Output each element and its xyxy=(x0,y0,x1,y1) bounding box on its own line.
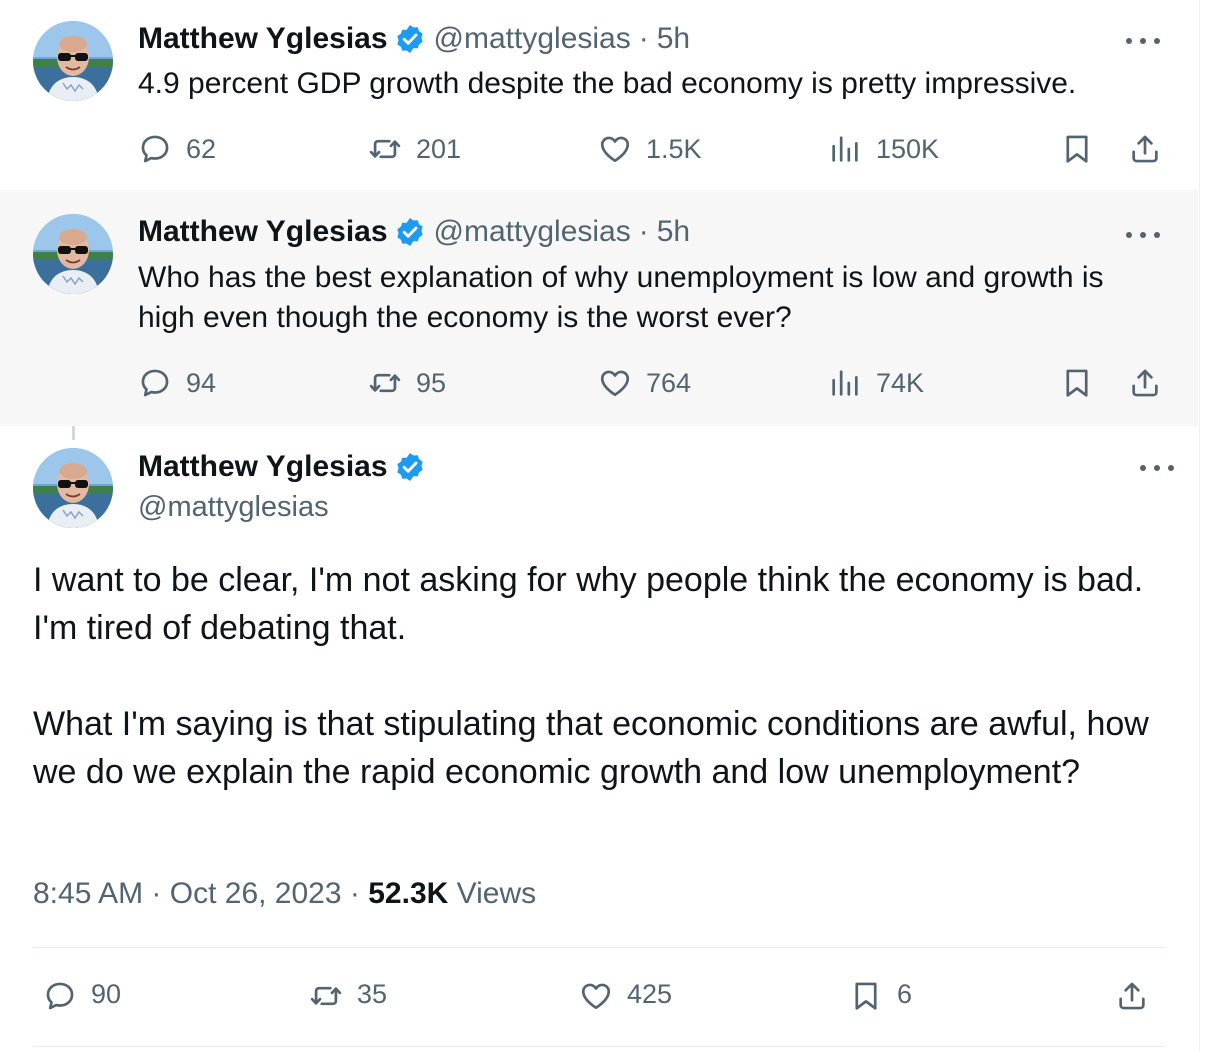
tweet-header: Matthew Yglesias @mattyglesias · 5h xyxy=(138,214,690,250)
ellipsis-icon xyxy=(1140,465,1146,471)
bookmark-icon xyxy=(849,977,883,1011)
ellipsis-icon xyxy=(1126,38,1132,44)
views-button[interactable]: 74K xyxy=(828,363,924,403)
avatar[interactable] xyxy=(33,214,113,294)
tweet-metadata: 8:45 AM · Oct 26, 2023 · 52.3K Views xyxy=(33,874,536,914)
separator-dot: · xyxy=(638,215,649,248)
author-name[interactable]: Matthew Yglesias xyxy=(138,214,388,250)
verified-badge-icon xyxy=(394,216,426,248)
tweet-age[interactable]: 5h xyxy=(657,214,690,250)
author-handle[interactable]: @mattyglesias xyxy=(434,214,631,250)
reply-count: 94 xyxy=(186,367,217,398)
author-name[interactable]: Matthew Yglesias xyxy=(138,448,388,486)
reply-button[interactable]: 94 xyxy=(138,363,216,403)
views-count[interactable]: 52.3K xyxy=(368,877,448,910)
divider xyxy=(33,1046,1165,1047)
main-tweet-avatar[interactable] xyxy=(33,448,113,528)
verified-badge-icon xyxy=(394,23,426,55)
views-button[interactable]: 150K xyxy=(828,129,939,169)
bookmark-button[interactable] xyxy=(1060,363,1108,403)
bar-chart-icon xyxy=(828,366,862,400)
repost-count: 201 xyxy=(416,133,462,164)
share-button[interactable] xyxy=(1128,363,1176,403)
speech-bubble-icon xyxy=(138,366,172,400)
tweet-header: Matthew Yglesias @mattyglesias · 5h xyxy=(138,21,690,57)
like-button[interactable]: 1.5K xyxy=(598,129,702,169)
main-tweet-text: I want to be clear, I'm not asking for w… xyxy=(33,556,1163,796)
share-upload-icon xyxy=(1128,132,1162,166)
tweet-date[interactable]: Oct 26, 2023 xyxy=(170,877,342,910)
tweet-text: 4.9 percent GDP growth despite the bad e… xyxy=(138,67,1077,100)
tweet-time[interactable]: 8:45 AM xyxy=(33,877,143,910)
repost-button[interactable]: 95 xyxy=(368,363,446,403)
repost-arrows-icon xyxy=(368,366,402,400)
thread-tweet-1[interactable]: Matthew Yglesias @mattyglesias · 5h 4.9 … xyxy=(0,0,1198,190)
separator-dot: · xyxy=(349,877,360,910)
divider xyxy=(33,947,1165,948)
main-tweet-header: Matthew Yglesias @mattyglesias xyxy=(138,448,434,526)
repost-button[interactable]: 201 xyxy=(368,129,461,169)
thread-tweet-2[interactable]: Matthew Yglesias @mattyglesias · 5h Who … xyxy=(0,190,1198,426)
more-options-button[interactable] xyxy=(1126,34,1160,48)
timeline-border xyxy=(1199,0,1200,1052)
share-button[interactable] xyxy=(1128,129,1176,169)
separator-dot: · xyxy=(151,877,162,910)
bar-chart-icon xyxy=(828,132,862,166)
more-options-button[interactable] xyxy=(1126,228,1160,242)
more-options-button[interactable] xyxy=(1140,461,1174,475)
author-name[interactable]: Matthew Yglesias xyxy=(138,21,388,57)
bookmark-icon xyxy=(1060,132,1094,166)
separator-dot: · xyxy=(638,22,649,55)
share-button[interactable] xyxy=(1115,974,1163,1014)
like-count: 425 xyxy=(627,978,673,1009)
verified-badge-icon xyxy=(394,451,426,483)
heart-icon xyxy=(579,977,613,1011)
tweet-age[interactable]: 5h xyxy=(657,21,690,57)
bookmark-button[interactable]: 6 xyxy=(849,974,912,1014)
views-label: Views xyxy=(456,877,537,910)
reply-count: 62 xyxy=(186,133,217,164)
like-button[interactable]: 425 xyxy=(579,974,672,1014)
heart-icon xyxy=(598,132,632,166)
like-count: 1.5K xyxy=(646,133,702,164)
author-handle[interactable]: @mattyglesias xyxy=(138,488,434,526)
views-count: 74K xyxy=(876,367,925,398)
like-button[interactable]: 764 xyxy=(598,363,691,403)
heart-icon xyxy=(598,366,632,400)
reply-button[interactable]: 62 xyxy=(138,129,216,169)
main-tweet-actions: 90 35 425 6 xyxy=(33,974,1165,1020)
author-handle[interactable]: @mattyglesias xyxy=(434,21,631,57)
reply-button[interactable]: 90 xyxy=(43,974,121,1014)
like-count: 764 xyxy=(646,367,692,398)
bookmark-count: 6 xyxy=(897,978,913,1009)
repost-count: 35 xyxy=(357,978,388,1009)
tweet-paragraph: What I'm saying is that stipulating that… xyxy=(33,705,1149,791)
repost-count: 95 xyxy=(416,367,447,398)
repost-arrows-icon xyxy=(368,132,402,166)
bookmark-icon xyxy=(1060,366,1094,400)
share-upload-icon xyxy=(1128,366,1162,400)
views-count: 150K xyxy=(876,133,940,164)
bookmark-button[interactable] xyxy=(1060,129,1108,169)
tweet-paragraph: I want to be clear, I'm not asking for w… xyxy=(33,561,1144,647)
share-upload-icon xyxy=(1115,977,1149,1011)
avatar[interactable] xyxy=(33,21,113,101)
ellipsis-icon xyxy=(1126,232,1132,238)
speech-bubble-icon xyxy=(43,977,77,1011)
repost-arrows-icon xyxy=(309,977,343,1011)
reply-count: 90 xyxy=(91,978,122,1009)
speech-bubble-icon xyxy=(138,132,172,166)
tweet-text: Who has the best explanation of why unem… xyxy=(138,261,1104,334)
repost-button[interactable]: 35 xyxy=(309,974,387,1014)
